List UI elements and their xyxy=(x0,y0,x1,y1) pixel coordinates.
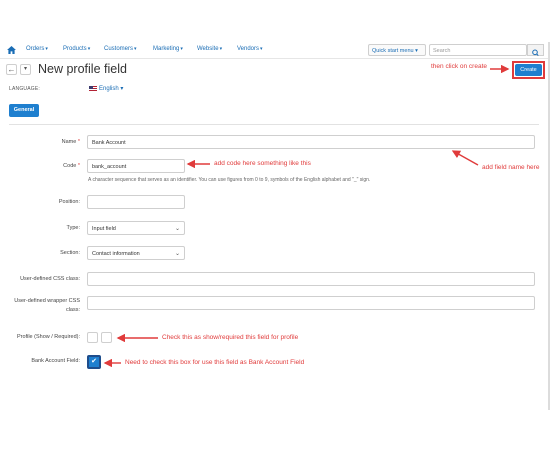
position-input[interactable] xyxy=(87,195,185,209)
profile-show-required-label: Profile (Show / Required): xyxy=(17,334,80,340)
code-hint: A character sequence that serves as an i… xyxy=(88,177,371,183)
create-button[interactable]: Create xyxy=(515,64,542,76)
checkmark-icon: ✔ xyxy=(91,358,97,365)
tab-general[interactable]: General xyxy=(9,104,39,117)
app-window xyxy=(0,42,550,410)
chevron-down-icon: ▾ xyxy=(219,46,223,52)
annotation-code: add code here something like this xyxy=(214,160,311,167)
code-label-text: Code xyxy=(63,163,77,169)
nav-orders[interactable]: Orders▾ xyxy=(26,46,48,52)
css-class-label: User-defined CSS class: xyxy=(20,276,80,282)
search-icon xyxy=(532,49,539,56)
us-flag-icon xyxy=(89,86,97,91)
name-input[interactable]: Bank Account xyxy=(87,135,535,149)
name-label-text: Name xyxy=(61,139,77,145)
home-icon[interactable] xyxy=(7,46,16,54)
profile-show-checkbox[interactable] xyxy=(87,332,98,343)
profile-required-checkbox[interactable] xyxy=(101,332,112,343)
css-class-input[interactable] xyxy=(87,272,535,286)
nav-products-label: Products xyxy=(63,46,87,52)
quick-start-menu-button[interactable]: Quick start menu ▾ xyxy=(368,44,426,56)
back-button[interactable]: ← xyxy=(6,64,17,75)
code-input[interactable]: bank_account xyxy=(87,159,185,173)
nav-customers-label: Customers xyxy=(104,46,134,52)
search-button[interactable] xyxy=(527,44,544,56)
nav-website[interactable]: Website▾ xyxy=(197,46,222,52)
chevron-down-icon: ▾ xyxy=(45,46,48,52)
type-label: Type: xyxy=(66,225,80,231)
annotation-bank-account: Need to check this box for use this fiel… xyxy=(125,359,305,366)
section-select[interactable]: Contact information ⌄ xyxy=(87,246,185,260)
divider xyxy=(9,124,539,125)
nav-marketing[interactable]: Marketing▾ xyxy=(153,46,183,52)
page-title: New profile field xyxy=(38,62,127,76)
chevron-down-icon: ▾ xyxy=(180,46,183,52)
nav-vendors-label: Vendors xyxy=(237,46,260,52)
chevron-down-icon: ▾ xyxy=(260,46,263,52)
chevron-down-icon: ⌄ xyxy=(174,226,180,232)
nav-products[interactable]: Products▾ xyxy=(63,46,90,52)
required-marker: * xyxy=(77,139,80,145)
bank-account-field-label: Bank Account Field: xyxy=(31,358,80,364)
bank-account-field-checkbox[interactable]: ✔ xyxy=(87,355,101,369)
chevron-down-icon: ⌄ xyxy=(174,251,180,257)
chevron-down-icon: ▾ xyxy=(134,46,137,52)
language-selector[interactable]: English ▾ xyxy=(99,85,123,92)
more-actions-dropdown[interactable]: ▾ xyxy=(20,64,31,75)
annotation-create: then click on create xyxy=(431,63,488,70)
name-label: Name * xyxy=(40,139,80,145)
chevron-down-icon: ▾ xyxy=(87,46,91,52)
position-label: Position: xyxy=(58,199,80,205)
type-select-value: Input field xyxy=(92,226,116,232)
wrapper-css-class-label-line2: class: xyxy=(65,307,80,313)
wrapper-css-class-label-line1: User-defined wrapper CSS xyxy=(14,298,80,304)
type-select[interactable]: Input field ⌄ xyxy=(87,221,185,235)
nav-marketing-label: Marketing xyxy=(153,46,180,52)
nav-orders-label: Orders xyxy=(26,46,45,52)
annotation-profile: Check this as show/required this field f… xyxy=(162,334,299,341)
code-label: Code * xyxy=(40,163,80,169)
nav-website-label: Website xyxy=(197,46,219,52)
section-select-value: Contact information xyxy=(92,251,140,257)
annotation-field-name: add field name here xyxy=(482,164,540,171)
wrapper-css-class-input[interactable] xyxy=(87,296,535,310)
nav-vendors[interactable]: Vendors▾ xyxy=(237,46,263,52)
nav-customers[interactable]: Customers▾ xyxy=(104,46,137,52)
language-label: LANGUAGE: xyxy=(9,86,40,92)
required-marker: * xyxy=(77,163,80,169)
section-label: Section: xyxy=(60,250,80,256)
search-input[interactable]: Search xyxy=(429,44,527,56)
